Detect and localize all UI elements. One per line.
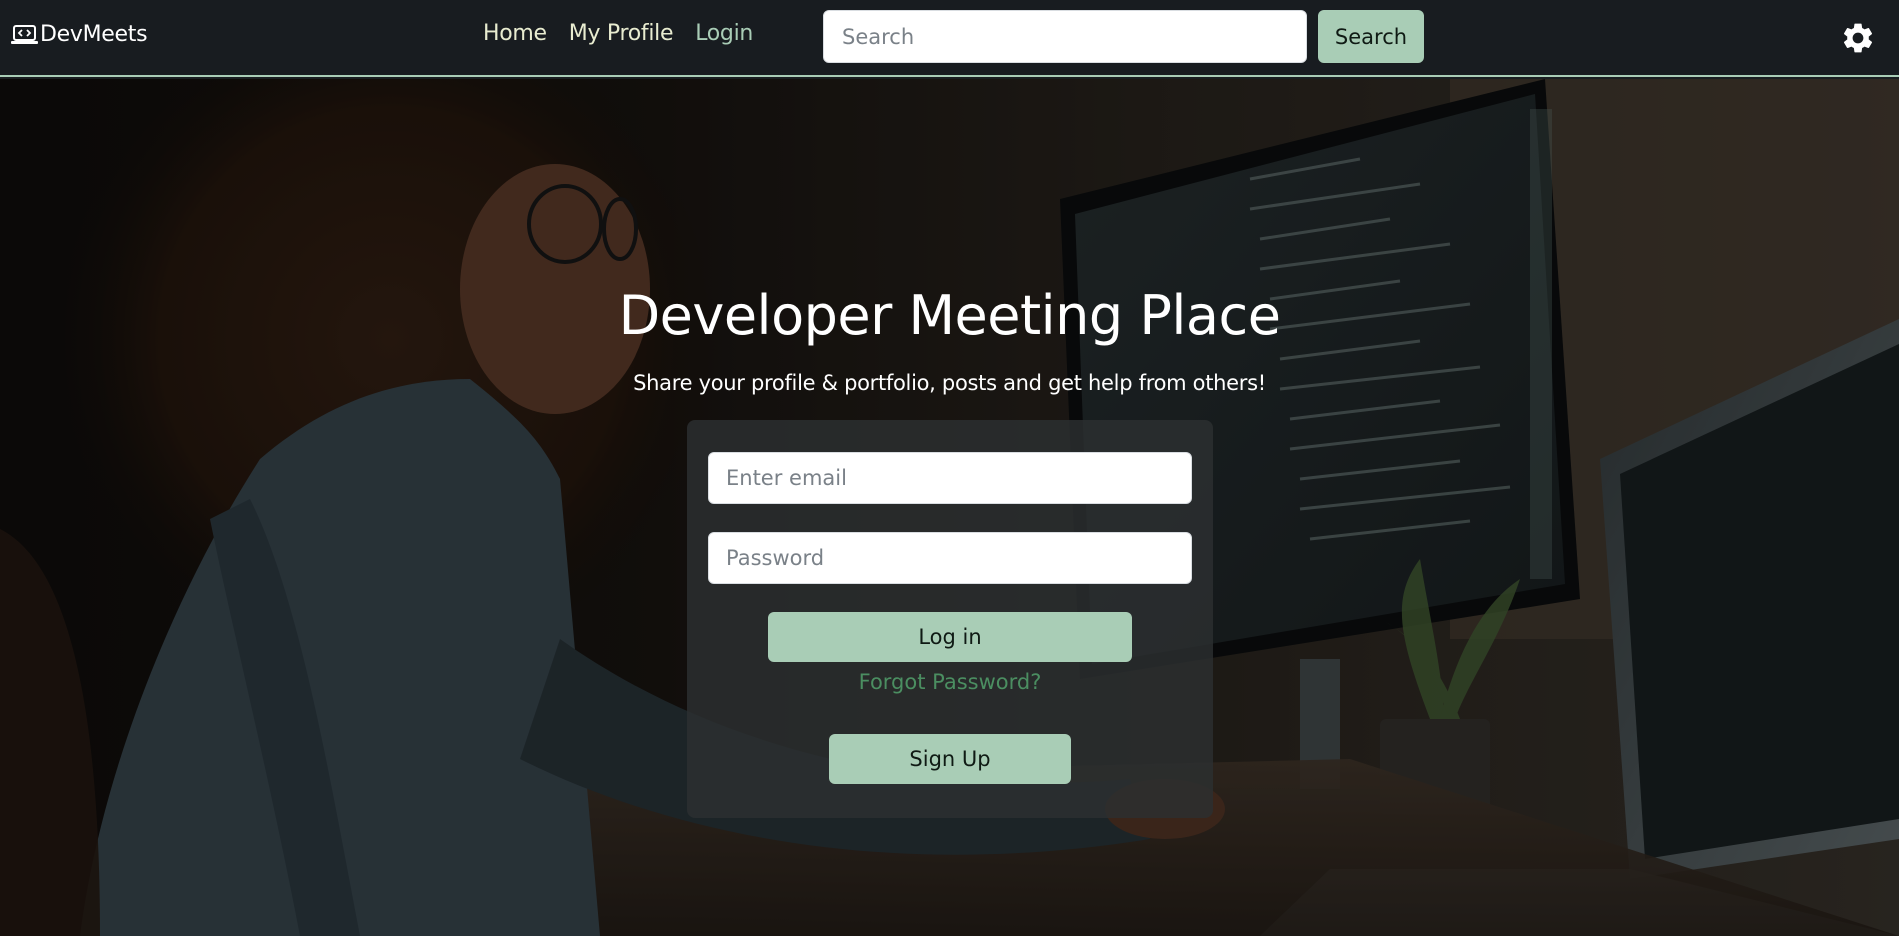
login-button[interactable]: Log in [768,612,1132,662]
email-field[interactable] [708,452,1192,504]
signup-button[interactable]: Sign Up [829,734,1071,784]
navbar: DevMeets Home My Profile Login Search [0,0,1899,77]
brand-name: DevMeets [40,22,148,47]
search-input[interactable] [823,10,1307,63]
nav-links: Home My Profile Login [483,21,753,46]
hero-section: Developer Meeting Place Share your profi… [0,79,1899,936]
gear-icon[interactable] [1840,20,1876,56]
search-button[interactable]: Search [1318,10,1424,63]
nav-link-my-profile[interactable]: My Profile [569,21,674,46]
nav-link-home[interactable]: Home [483,21,547,46]
hero-title: Developer Meeting Place [618,284,1281,347]
brand-link[interactable]: DevMeets [11,22,148,47]
login-card: Log in Forgot Password? Sign Up [687,420,1213,818]
nav-link-login[interactable]: Login [695,21,753,46]
forgot-password-link[interactable]: Forgot Password? [687,670,1213,694]
password-field[interactable] [708,532,1192,584]
laptop-code-icon [11,24,38,44]
hero-subtitle: Share your profile & portfolio, posts an… [633,371,1266,395]
